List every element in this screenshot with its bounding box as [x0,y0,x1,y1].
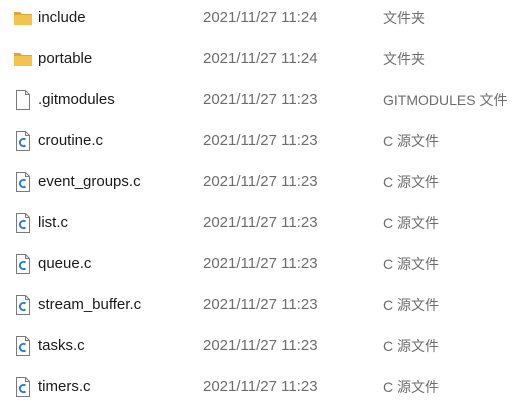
file-type: C 源文件 [383,132,439,149]
file-row-event-groups[interactable]: event_groups.c 2021/11/27 11:23 C 源文件 [0,161,518,202]
file-row-include[interactable]: include 2021/11/27 11:24 文件夹 [0,0,518,38]
file-type: C 源文件 [383,173,439,190]
file-name: include [38,9,86,26]
file-type: C 源文件 [383,337,439,354]
c-source-file-icon [13,376,33,398]
c-source-file-icon [13,212,33,234]
file-name: queue.c [38,255,92,272]
file-date: 2021/11/27 11:23 [203,214,318,231]
c-source-file-icon [13,253,33,275]
file-date: 2021/11/27 11:23 [203,337,318,354]
blank-file-icon [13,89,33,111]
file-date: 2021/11/27 11:23 [203,378,318,395]
file-name: list.c [38,214,68,231]
file-date: 2021/11/27 11:23 [203,173,318,190]
file-name: timers.c [38,378,91,395]
file-type: 文件夹 [383,9,425,26]
file-name: .gitmodules [38,91,115,108]
file-date: 2021/11/27 11:24 [203,50,318,67]
c-source-file-icon [13,130,33,152]
file-row-queue[interactable]: queue.c 2021/11/27 11:23 C 源文件 [0,243,518,284]
file-type: 文件夹 [383,50,425,67]
folder-icon [13,7,33,29]
file-date: 2021/11/27 11:23 [203,132,318,149]
c-source-file-icon [13,335,33,357]
file-list: include 2021/11/27 11:24 文件夹 portable 20… [0,0,518,401]
file-name: tasks.c [38,337,85,354]
c-source-file-icon [13,171,33,193]
file-row-list[interactable]: list.c 2021/11/27 11:23 C 源文件 [0,202,518,243]
file-type: C 源文件 [383,378,439,395]
folder-icon [13,48,33,70]
file-type: C 源文件 [383,255,439,272]
file-date: 2021/11/27 11:24 [203,9,318,26]
file-name: croutine.c [38,132,104,149]
file-name: event_groups.c [38,173,141,190]
file-row-stream-buffer[interactable]: stream_buffer.c 2021/11/27 11:23 C 源文件 [0,284,518,325]
c-source-file-icon [13,294,33,316]
file-name: stream_buffer.c [38,296,142,313]
file-date: 2021/11/27 11:23 [203,296,318,313]
file-type: GITMODULES 文件 [383,91,508,108]
file-row-tasks[interactable]: tasks.c 2021/11/27 11:23 C 源文件 [0,325,518,366]
file-type: C 源文件 [383,296,439,313]
file-date: 2021/11/27 11:23 [203,255,318,272]
file-row-portable[interactable]: portable 2021/11/27 11:24 文件夹 [0,38,518,79]
file-type: C 源文件 [383,214,439,231]
file-name: portable [38,50,93,67]
file-row-gitmodules[interactable]: .gitmodules 2021/11/27 11:23 GITMODULES … [0,79,518,120]
file-row-croutine[interactable]: croutine.c 2021/11/27 11:23 C 源文件 [0,120,518,161]
file-date: 2021/11/27 11:23 [203,91,318,108]
